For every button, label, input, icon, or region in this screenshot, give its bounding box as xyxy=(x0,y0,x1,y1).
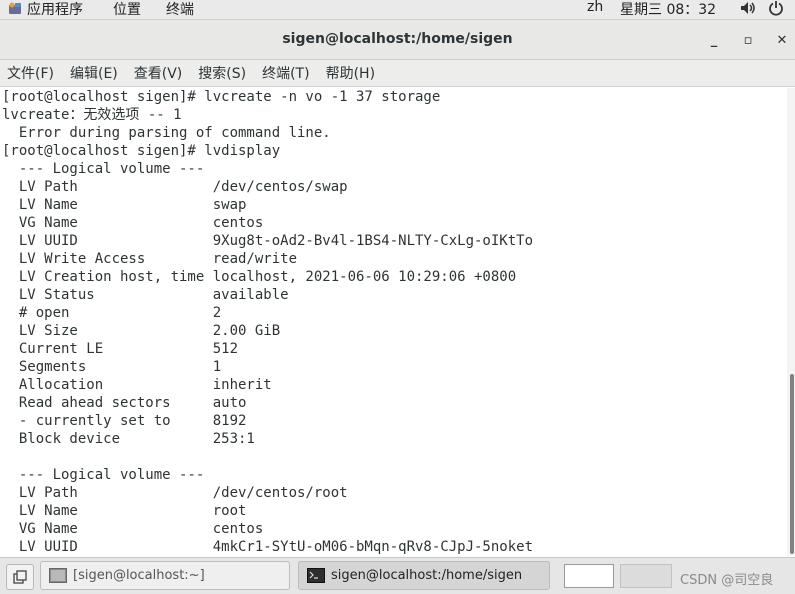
window-title: sigen@localhost:/home/sigen xyxy=(282,31,513,47)
terminal-app-menu[interactable]: 终端 xyxy=(166,0,194,19)
window-titlebar[interactable]: sigen@localhost:/home/sigen _ ▫ ✕ xyxy=(0,20,795,60)
terminal-line: lvcreate：无效选项 -- 1 xyxy=(2,107,182,123)
terminal-line: LV UUID 4mkCr1-SYtU-oM06-bMqn-qRv8-CJpJ-… xyxy=(2,539,534,555)
terminal-line: --- Logical volume --- xyxy=(2,467,205,483)
terminal-line: VG Name centos xyxy=(2,215,264,231)
terminal-line: LV Path /dev/centos/root xyxy=(2,485,348,501)
minimize-button[interactable]: _ xyxy=(703,29,725,51)
volume-icon[interactable] xyxy=(740,1,756,15)
terminal-line: LV UUID 9Xug8t-oAd2-Bv4l-1BS4-NLTY-CxLg-… xyxy=(2,233,534,249)
menu-search[interactable]: 搜索(S) xyxy=(198,63,246,83)
applications-label[interactable]: 应用程序 xyxy=(27,0,83,19)
terminal-line: Current LE 512 xyxy=(2,341,239,357)
terminal-line: LV Name swap xyxy=(2,197,247,213)
terminal-line: LV Creation host, time localhost, 2021-0… xyxy=(2,269,517,285)
terminal-icon xyxy=(307,568,325,583)
terminal-line: LV Write Access read/write xyxy=(2,251,298,267)
places-menu[interactable]: 位置 xyxy=(113,0,141,19)
taskbar-item-active-terminal[interactable]: sigen@localhost:/home/sigen xyxy=(298,561,550,590)
menubar: 文件(F) 编辑(E) 查看(V) 搜索(S) 终端(T) 帮助(H) xyxy=(0,60,795,87)
scrollbar-thumb[interactable] xyxy=(790,374,794,554)
terminal-line: [root@localhost sigen]# lvdisplay xyxy=(2,143,281,159)
show-desktop-button[interactable] xyxy=(6,564,34,590)
taskbar-item-label: sigen@localhost:/home/sigen xyxy=(331,568,523,583)
terminal-output[interactable]: [root@localhost sigen]# lvcreate -n vo -… xyxy=(0,88,787,556)
terminal-line: VG Name centos xyxy=(2,521,264,537)
apps-icon xyxy=(9,2,21,14)
menu-terminal[interactable]: 终端(T) xyxy=(262,63,309,83)
terminal-line: LV Path /dev/centos/swap xyxy=(2,179,348,195)
terminal-icon xyxy=(49,568,67,583)
menu-edit[interactable]: 编辑(E) xyxy=(70,63,118,83)
terminal-line: Segments 1 xyxy=(2,359,222,375)
show-desktop-icon xyxy=(13,570,27,584)
terminal-text[interactable]: [root@localhost sigen]# lvcreate -n vo -… xyxy=(0,88,787,556)
close-button[interactable]: ✕ xyxy=(771,29,793,51)
menu-view[interactable]: 查看(V) xyxy=(134,63,183,83)
workspace-2[interactable] xyxy=(620,564,672,588)
clock[interactable]: 星期三 08：32 xyxy=(620,0,716,19)
taskbar-item-label: [sigen@localhost:~] xyxy=(73,568,205,583)
applications-menu[interactable]: 应用程序 xyxy=(8,0,83,19)
terminal-line: LV Status available xyxy=(2,287,289,303)
input-method-indicator[interactable]: zh xyxy=(587,0,603,15)
terminal-line: - currently set to 8192 xyxy=(2,413,247,429)
terminal-scrollbar[interactable] xyxy=(787,88,795,556)
power-icon[interactable] xyxy=(768,0,784,16)
taskbar: [sigen@localhost:~] sigen@localhost:/hom… xyxy=(0,557,795,594)
terminal-line: LV Size 2.00 GiB xyxy=(2,323,281,339)
workspace-1[interactable] xyxy=(564,564,614,588)
watermark: CSDN @司空良 xyxy=(680,573,774,588)
terminal-line: Allocation inherit xyxy=(2,377,272,393)
terminal-line: Block device 253:1 xyxy=(2,431,255,447)
terminal-line: Error during parsing of command line. xyxy=(2,125,331,141)
taskbar-item-home-terminal[interactable]: [sigen@localhost:~] xyxy=(40,561,290,590)
menu-help[interactable]: 帮助(H) xyxy=(326,63,375,83)
terminal-line: LV Name root xyxy=(2,503,247,519)
top-panel: 应用程序 位置 终端 zh 星期三 08：32 xyxy=(0,0,795,20)
terminal-line: # open 2 xyxy=(2,305,222,321)
terminal-line: Read ahead sectors auto xyxy=(2,395,247,411)
terminal-line: [root@localhost sigen]# lvcreate -n vo -… xyxy=(2,89,441,105)
maximize-button[interactable]: ▫ xyxy=(737,29,759,51)
terminal-line: --- Logical volume --- xyxy=(2,161,205,177)
menu-file[interactable]: 文件(F) xyxy=(7,63,54,83)
